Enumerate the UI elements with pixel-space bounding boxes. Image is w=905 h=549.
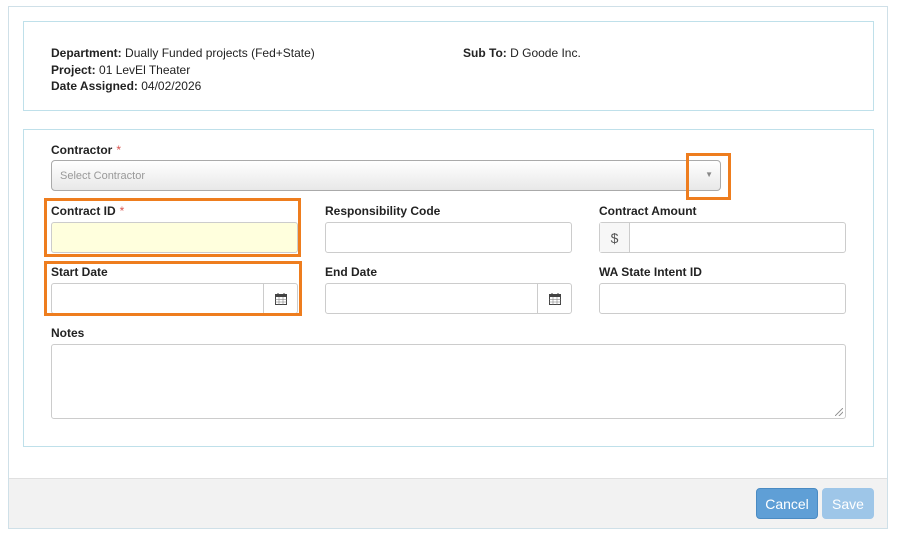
project-row: Project: 01 LevEl Theater [51, 62, 190, 78]
resize-handle-icon[interactable] [835, 408, 843, 416]
responsibility-code-label: Responsibility Code [325, 204, 441, 218]
assignment-info-panel: Department: Dually Funded projects (Fed+… [23, 21, 874, 111]
wa-state-intent-label: WA State Intent ID [599, 265, 702, 279]
dialog: Department: Dually Funded projects (Fed+… [8, 6, 888, 529]
contractor-placeholder: Select Contractor [60, 170, 145, 182]
calendar-icon[interactable] [263, 284, 297, 313]
date-assigned-value: 04/02/2026 [141, 79, 202, 93]
sub-to-row: Sub To: D Goode Inc. [463, 45, 581, 61]
dollar-icon: $ [600, 223, 630, 252]
project-value: 01 LevEl Theater [99, 63, 191, 77]
wa-state-intent-input[interactable] [599, 283, 846, 314]
date-assigned-row: Date Assigned: 04/02/2026 [51, 78, 201, 94]
department-label: Department: [51, 46, 122, 60]
sub-to-label: Sub To: [463, 46, 507, 60]
contract-amount-label: Contract Amount [599, 204, 697, 218]
contract-amount-input[interactable]: $ [599, 222, 846, 253]
contract-form-panel: Contractor * Select Contractor ▼ Contract… [23, 129, 874, 447]
sub-to-value: D Goode Inc. [510, 46, 581, 60]
department-row: Department: Dually Funded projects (Fed+… [51, 45, 315, 61]
chevron-down-icon[interactable]: ▼ [705, 170, 713, 179]
contractor-select[interactable]: Select Contractor ▼ [51, 160, 721, 191]
contractor-label: Contractor * [51, 143, 121, 157]
project-label: Project: [51, 63, 96, 77]
save-button[interactable]: Save [822, 488, 874, 519]
notes-textarea[interactable] [51, 344, 846, 419]
contractor-label-text: Contractor [51, 143, 113, 157]
start-date-label: Start Date [51, 265, 108, 279]
required-mark: * [116, 143, 122, 157]
cancel-button[interactable]: Cancel [756, 488, 818, 519]
contract-id-label-text: Contract ID [51, 204, 116, 218]
calendar-icon[interactable] [537, 284, 571, 313]
date-assigned-label: Date Assigned: [51, 79, 138, 93]
department-value: Dually Funded projects (Fed+State) [125, 46, 315, 60]
required-mark: * [119, 204, 125, 218]
contract-id-label: Contract ID * [51, 204, 124, 218]
start-date-input[interactable] [51, 283, 298, 314]
end-date-input[interactable] [325, 283, 572, 314]
dialog-footer: Cancel Save [9, 478, 887, 528]
responsibility-code-input[interactable] [325, 222, 572, 253]
notes-label: Notes [51, 326, 85, 340]
end-date-label: End Date [325, 265, 378, 279]
contract-id-input[interactable] [51, 222, 298, 253]
